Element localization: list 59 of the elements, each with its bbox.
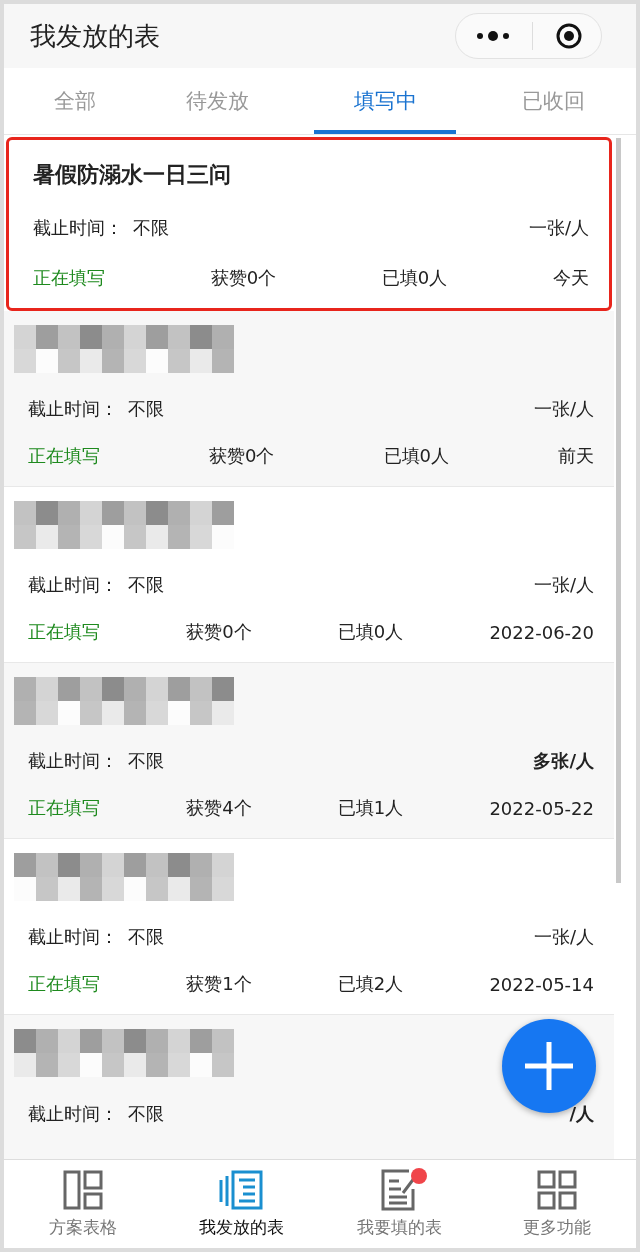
quota-text: 多张/人	[533, 748, 594, 773]
likes-count: 获赞4个	[186, 796, 252, 820]
nav-item[interactable]: 方案表格	[4, 1160, 162, 1248]
form-card[interactable]: 截止时间： 不限 /人	[4, 1015, 614, 1159]
quota-text: 一张/人	[533, 572, 594, 597]
status-text: 正在填写	[28, 444, 100, 468]
form-card[interactable]: 截止时间： 不限 一张/人 正在填写 获赞0个 已填0人 前天	[4, 311, 614, 487]
nav-label: 我要填的表	[356, 1216, 442, 1239]
deadline-label: 截止时间：	[28, 748, 118, 773]
close-icon[interactable]	[555, 22, 583, 50]
likes-count: 获赞0个	[210, 266, 277, 290]
more-icon[interactable]	[476, 30, 510, 42]
filled-count: 已填2人	[337, 972, 404, 996]
date-text: 2022-06-20	[489, 621, 594, 643]
likes-count: 获赞1个	[186, 972, 252, 996]
status-text: 正在填写	[33, 266, 105, 290]
document-icon	[219, 1170, 263, 1210]
nav-label: 更多功能	[523, 1216, 591, 1239]
quota-text: 一张/人	[533, 924, 594, 949]
deadline-value: 不限	[128, 748, 164, 773]
deadline-label: 截止时间：	[28, 396, 118, 421]
deadline-value: 不限	[128, 924, 164, 949]
likes-count: 获赞0个	[186, 620, 252, 644]
quota-text: 一张/人	[528, 216, 589, 240]
scrollbar[interactable]	[616, 138, 621, 883]
nav-item[interactable]: 我要填的表	[320, 1160, 478, 1248]
filled-count: 已填0人	[381, 266, 448, 290]
deadline-value: 不限	[133, 216, 169, 240]
likes-count: 获赞0个	[209, 444, 275, 468]
quota-text: /人	[569, 1101, 594, 1126]
date-text: 前天	[558, 444, 594, 468]
deadline-label: 截止时间：	[28, 1101, 118, 1126]
quota-text: 一张/人	[533, 396, 594, 421]
status-text: 正在填写	[28, 972, 100, 996]
deadline-value: 不限	[128, 1101, 164, 1126]
deadline-label: 截止时间：	[28, 572, 118, 597]
grid-icon	[537, 1170, 577, 1210]
window-title: 我发放的表	[30, 19, 160, 53]
deadline-label: 截止时间：	[28, 924, 118, 949]
nav-label: 我发放的表	[198, 1216, 284, 1239]
date-text: 2022-05-14	[489, 973, 594, 995]
deadline-label: 截止时间：	[33, 216, 123, 240]
date-text: 今天	[552, 266, 589, 290]
form-card[interactable]: 暑假防溺水一日三问 截止时间： 不限 一张/人 正在填写 获赞0个 已填0人 今天	[6, 137, 612, 311]
layout-icon	[63, 1170, 103, 1210]
form-title: 暑假防溺水一日三问	[33, 161, 232, 189]
deadline-value: 不限	[128, 572, 164, 597]
filled-count: 已填1人	[337, 796, 404, 820]
nav-item[interactable]: 我发放的表	[162, 1160, 320, 1248]
nav-label: 方案表格	[49, 1216, 117, 1239]
tab[interactable]: 填写中	[314, 68, 456, 134]
nav-item[interactable]: 更多功能	[478, 1160, 636, 1248]
form-card[interactable]: 截止时间： 不限 多张/人 正在填写 获赞4个 已填1人 2022-05-22	[4, 663, 614, 839]
filled-count: 已填0人	[383, 444, 449, 468]
filled-count: 已填0人	[337, 620, 404, 644]
date-text: 2022-05-22	[489, 797, 594, 819]
status-text: 正在填写	[28, 620, 100, 644]
status-text: 正在填写	[28, 796, 100, 820]
deadline-value: 不限	[128, 396, 164, 421]
